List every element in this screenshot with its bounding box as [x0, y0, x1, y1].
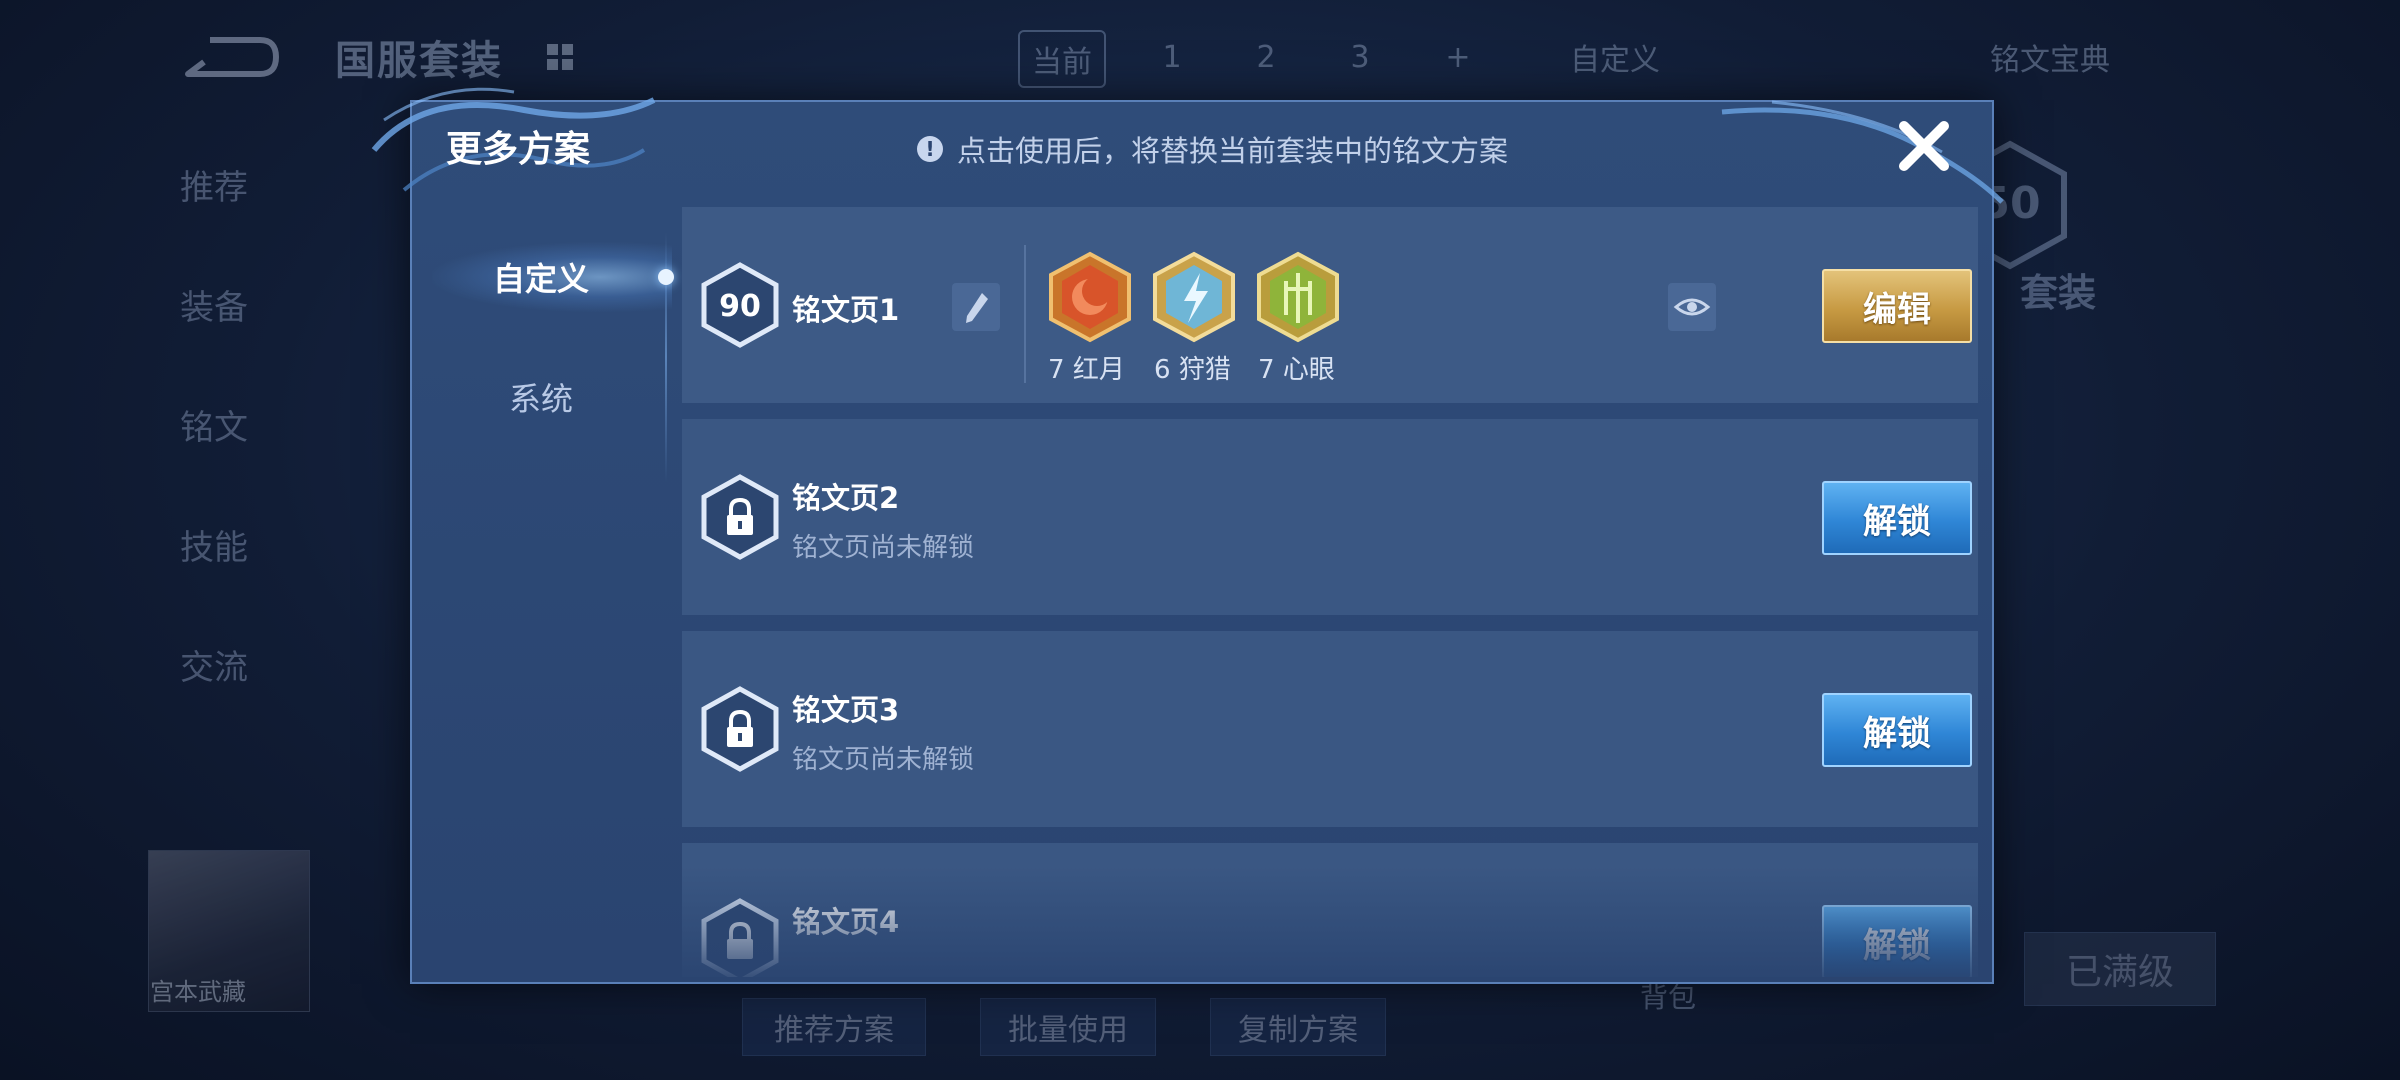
- tab-current[interactable]: 当前: [1018, 30, 1106, 88]
- suit-title: 国服套装: [335, 38, 503, 84]
- tab-1[interactable]: 1: [1142, 30, 1202, 84]
- tab-custom-plans[interactable]: 自定义: [412, 232, 670, 322]
- suit-label: 套装: [2020, 271, 2097, 315]
- rune-page-name: 铭文页3: [792, 693, 900, 727]
- rune-count: 7: [1048, 355, 1065, 385]
- rune-hunting-label: 6 狩猎: [1154, 349, 1231, 386]
- rune-red-moon-label: 7 红月: [1048, 349, 1125, 386]
- pencil-icon: [966, 293, 988, 323]
- rune-page-name: 铭文页4: [792, 905, 900, 939]
- side-menu-rune[interactable]: 铭文: [180, 400, 248, 449]
- copy-plan-button[interactable]: 复制方案: [1210, 998, 1386, 1056]
- rune-page-card[interactable]: 90 铭文页1 7 红月 6 狩猎 7 心眼 编辑: [682, 207, 1978, 403]
- rune-count: 6: [1154, 355, 1171, 385]
- rename-button[interactable]: [952, 283, 1000, 331]
- rune-page-name: 铭文页2: [792, 481, 900, 515]
- recommend-plan-button[interactable]: 推荐方案: [742, 998, 926, 1056]
- codex-link[interactable]: 铭文宝典: [1950, 30, 2150, 84]
- close-icon[interactable]: [1894, 116, 1954, 176]
- locked-hint: 铭文页尚未解锁: [792, 745, 975, 775]
- eye-icon[interactable]: [1668, 283, 1716, 331]
- more-plans-dialog: 更多方案 ! 点击使用后，将替换当前套装中的铭文方案 自定义 系统 90 铭文页…: [371, 87, 2004, 984]
- rune-name: 红月: [1072, 355, 1125, 385]
- lock-icon: [701, 686, 779, 772]
- rune-level: 90: [719, 289, 761, 324]
- back-arrow-icon[interactable]: [180, 32, 280, 82]
- lock-icon: [701, 898, 779, 977]
- rune-page-card[interactable]: 铭文页4 解锁: [682, 843, 1978, 977]
- batch-use-button[interactable]: 批量使用: [980, 998, 1156, 1056]
- unlock-button[interactable]: 解锁: [1822, 905, 1972, 977]
- rune-page-name: 铭文页1: [792, 293, 900, 327]
- tab-add[interactable]: +: [1428, 30, 1488, 84]
- heart-eye-rune-icon: [1257, 251, 1339, 343]
- tab-3[interactable]: 3: [1330, 30, 1390, 84]
- maxed-button: 已满级: [2024, 932, 2216, 1006]
- hunting-rune-icon: [1153, 251, 1235, 343]
- swirl-decoration: [1721, 100, 2004, 204]
- unlock-button[interactable]: 解锁: [1822, 693, 1972, 767]
- exclamation-icon: !: [917, 136, 943, 162]
- rune-heart-eye-label: 7 心眼: [1258, 349, 1335, 386]
- tab-system-plans[interactable]: 系统: [412, 352, 670, 442]
- tab-custom[interactable]: 自定义: [1540, 30, 1690, 84]
- notice-banner: ! 点击使用后，将替换当前套装中的铭文方案: [917, 128, 1508, 170]
- edit-button[interactable]: 编辑: [1822, 269, 1972, 343]
- red-moon-rune-icon: [1049, 251, 1131, 343]
- rune-count: 7: [1258, 355, 1275, 385]
- side-menu-exchange[interactable]: 交流: [180, 640, 248, 689]
- grid-icon[interactable]: [545, 42, 575, 72]
- locked-hint: 铭文页尚未解锁: [792, 533, 975, 563]
- side-menu-recommend[interactable]: 推荐: [180, 160, 248, 209]
- dialog-title: 更多方案: [446, 129, 591, 170]
- side-menu-equipment[interactable]: 装备: [180, 280, 248, 329]
- rune-page-card[interactable]: 铭文页3 铭文页尚未解锁 解锁: [682, 631, 1978, 827]
- notice-text: 点击使用后，将替换当前套装中的铭文方案: [957, 134, 1509, 168]
- hero-name: 宫本武藏: [150, 978, 246, 1006]
- unlock-button[interactable]: 解锁: [1822, 481, 1972, 555]
- rune-name: 狩猎: [1178, 355, 1231, 385]
- rune-page-list: 90 铭文页1 7 红月 6 狩猎 7 心眼 编辑 铭文页2 铭文页尚未解锁 解…: [682, 207, 1982, 977]
- side-menu-skill[interactable]: 技能: [180, 520, 248, 569]
- plan-type-tabs: 自定义 系统: [412, 212, 674, 982]
- tab-2[interactable]: 2: [1236, 30, 1296, 84]
- lock-icon: [701, 474, 779, 560]
- level-hex-icon: 90: [701, 262, 779, 348]
- rune-page-card[interactable]: 铭文页2 铭文页尚未解锁 解锁: [682, 419, 1978, 615]
- card-divider: [1024, 245, 1026, 383]
- rune-name: 心眼: [1282, 355, 1335, 385]
